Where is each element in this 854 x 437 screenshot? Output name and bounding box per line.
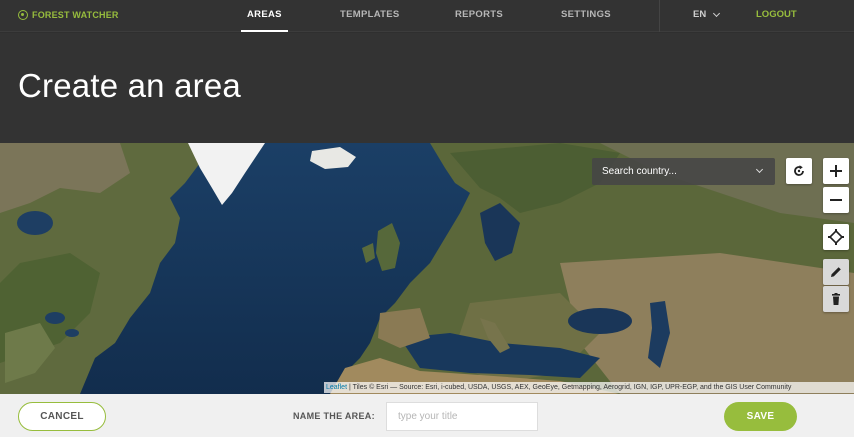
chevron-down-icon [755, 165, 764, 174]
map-attribution: Leaflet | Tiles © Esri — Source: Esri, i… [324, 382, 854, 393]
zoom-out-button[interactable] [823, 187, 849, 213]
refresh-icon [794, 165, 804, 176]
footer-bar: CANCEL NAME THE AREA: SAVE [0, 394, 854, 437]
delete-shape-button[interactable] [823, 286, 849, 312]
country-search-placeholder: Search country... [602, 166, 677, 177]
zoom-in-button[interactable] [823, 158, 849, 184]
tab-areas[interactable]: AREAS [241, 0, 288, 32]
refresh-button[interactable] [786, 158, 812, 184]
logo[interactable]: FOREST WATCHER [18, 10, 119, 20]
pencil-icon [831, 267, 841, 277]
logout-link[interactable]: LOGOUT [756, 9, 797, 20]
top-navbar: FOREST WATCHER AREAS TEMPLATES REPORTS S… [0, 0, 854, 32]
tab-templates[interactable]: TEMPLATES [340, 0, 400, 32]
save-button[interactable]: SAVE [724, 402, 797, 431]
tab-reports[interactable]: REPORTS [455, 0, 503, 32]
tab-settings[interactable]: SETTINGS [561, 0, 611, 32]
leaflet-link[interactable]: Leaflet [326, 384, 347, 391]
draw-polygon-button[interactable] [823, 259, 849, 285]
language-label: EN [693, 9, 707, 20]
locate-button[interactable] [823, 224, 849, 250]
trash-icon [832, 293, 840, 305]
country-search-select[interactable]: Search country... [592, 158, 775, 185]
cancel-button[interactable]: CANCEL [18, 402, 106, 431]
forest-watcher-logo-icon [18, 10, 28, 20]
plus-icon [830, 165, 842, 177]
nav-divider [659, 0, 660, 32]
attribution-text: | Tiles © Esri — Source: Esri, i-cubed, … [347, 384, 792, 391]
area-name-input[interactable] [386, 402, 538, 431]
chevron-down-icon [713, 9, 721, 17]
page-title: Create an area [18, 67, 241, 104]
logo-text: FOREST WATCHER [32, 10, 119, 20]
crosshair-icon [828, 229, 844, 245]
language-selector[interactable]: EN [693, 9, 721, 20]
minus-icon [830, 199, 842, 201]
name-area-label: NAME THE AREA: [293, 411, 375, 421]
page-header: Create an area [0, 33, 854, 143]
